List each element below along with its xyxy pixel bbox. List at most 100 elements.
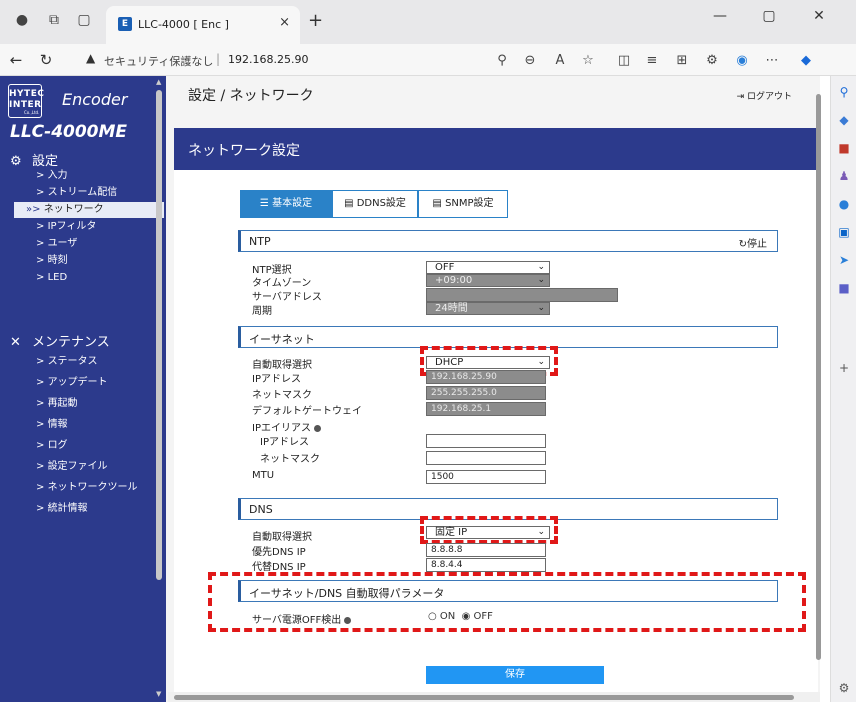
save-button[interactable]: 保存 xyxy=(426,666,604,684)
settings-section[interactable]: ⚙ 設定 xyxy=(10,150,58,169)
dns-section-label: DNS xyxy=(249,503,273,516)
nav-item-status[interactable]: > ステータス xyxy=(36,354,98,370)
shopping-icon[interactable]: ■ xyxy=(836,140,852,156)
product-name: LLC-4000ME xyxy=(10,122,128,142)
teams-icon[interactable]: ■ xyxy=(836,280,852,296)
timezone-select[interactable]: +09:00 ⌄ xyxy=(426,274,550,287)
split-screen-icon[interactable]: ◫ xyxy=(614,54,634,68)
zoom-icon[interactable]: ⊖ xyxy=(520,54,540,68)
ntp-period-select[interactable]: 24時間 ⌄ xyxy=(426,302,550,315)
warning-icon[interactable]: ▲ xyxy=(86,51,95,65)
refresh-icon[interactable]: ↻ xyxy=(36,51,56,69)
copilot-icon[interactable]: ◉ xyxy=(732,54,752,68)
tab-snmp[interactable]: ▤ SNMP設定 xyxy=(418,190,508,218)
nav-item-config-file[interactable]: > 設定ファイル xyxy=(36,459,108,475)
outlook-icon[interactable]: ▣ xyxy=(836,224,852,240)
ip-address-label: IPアドレス xyxy=(252,374,301,385)
ntp-period-label: 周期 xyxy=(252,306,272,317)
main-scrollbar[interactable] xyxy=(816,94,821,660)
maintenance-section[interactable]: ✕ メンテナンス xyxy=(10,331,110,350)
minimize-button[interactable]: — xyxy=(705,8,735,24)
browser-titlebar: ● ⧉ ▢ E LLC-4000 [ Enc ] × + — ▢ ✕ xyxy=(0,0,856,44)
nav-scroll-down-icon[interactable]: ▼ xyxy=(156,690,161,698)
key-icon[interactable]: ⚲ xyxy=(492,54,512,68)
nav-scrollbar[interactable] xyxy=(156,90,162,580)
left-navigation: ▲ HYTEC INTER Co.,Ltd. Encoder LLC-4000ME… xyxy=(0,76,166,702)
add-icon[interactable]: + xyxy=(836,360,852,376)
favorite-star-icon[interactable]: ☆ xyxy=(578,54,598,68)
horizontal-scroll-thumb[interactable] xyxy=(174,695,794,700)
nav-item-input[interactable]: > 入力 xyxy=(36,168,68,184)
security-status[interactable]: セキュリティ保護なし xyxy=(104,53,213,69)
alias-mask-label: ネットマスク xyxy=(260,454,320,465)
collections-icon[interactable]: ⊞ xyxy=(672,54,692,68)
settings-gear-icon[interactable]: ⚙ xyxy=(836,680,852,696)
back-icon[interactable]: ← xyxy=(6,51,26,69)
primary-dns-label: 優先DNS IP xyxy=(252,547,306,558)
browser-tab[interactable]: E LLC-4000 [ Enc ] × xyxy=(106,6,300,44)
ntp-stop-button[interactable]: ↻停止 xyxy=(739,235,767,250)
netmask-field[interactable]: 255.255.255.0 xyxy=(426,386,546,400)
new-tab-button[interactable]: + xyxy=(308,12,323,30)
chevron-down-icon: ⌄ xyxy=(537,262,545,272)
favorites-list-icon[interactable]: ≡ xyxy=(642,54,662,68)
help-icon[interactable] xyxy=(313,424,321,432)
ip-address-field[interactable]: 192.168.25.90 xyxy=(426,370,546,384)
games-icon[interactable]: ● xyxy=(836,196,852,212)
maximize-button[interactable]: ▢ xyxy=(754,8,784,24)
tag-icon[interactable]: ◆ xyxy=(836,112,852,128)
nav-item-ipfilter[interactable]: > IPフィルタ xyxy=(36,219,96,235)
horizontal-scrollbar[interactable] xyxy=(168,692,820,702)
address-bar: ← ↻ ▲ セキュリティ保護なし | 192.168.25.90 ⚲ ⊖ A ☆… xyxy=(0,44,856,76)
send-icon[interactable]: ➤ xyxy=(836,252,852,268)
ntp-server-field[interactable] xyxy=(426,288,618,302)
highlight-dns-auto xyxy=(420,516,558,544)
edge-sidebar: ⚲ ◆ ■ ♟ ● ▣ ➤ ■ + ⚙ xyxy=(830,76,856,702)
tab-close-icon[interactable]: × xyxy=(279,15,290,30)
nav-scroll-up-icon[interactable]: ▲ xyxy=(156,78,161,86)
tab-ddns[interactable]: ▤ DDNS設定 xyxy=(332,190,418,218)
secondary-dns-field[interactable]: 8.8.4.4 xyxy=(426,558,546,572)
extensions-icon[interactable]: ⚙ xyxy=(702,54,722,68)
primary-dns-field[interactable]: 8.8.8.8 xyxy=(426,543,546,557)
nav-item-reboot[interactable]: > 再起動 xyxy=(36,396,78,412)
tab-basic[interactable]: ☰ 基本設定 xyxy=(240,190,332,218)
nav-item-network-tools[interactable]: > ネットワークツール xyxy=(36,480,138,496)
nav-item-user[interactable]: > ユーザ xyxy=(36,236,77,252)
nav-item-time[interactable]: > 時刻 xyxy=(36,253,68,269)
ethernet-section: イーサネット xyxy=(238,326,778,348)
profile-icon[interactable]: ● xyxy=(12,10,32,30)
url-text[interactable]: 192.168.25.90 xyxy=(228,53,308,66)
chevron-down-icon: ⌄ xyxy=(537,275,545,285)
edge-copilot-icon[interactable]: ◆ xyxy=(796,54,816,68)
ntp-select[interactable]: OFF ⌄ xyxy=(426,261,550,274)
page-title: 設定 / ネットワーク xyxy=(188,88,314,104)
gateway-field[interactable]: 192.168.25.1 xyxy=(426,402,546,416)
logout-link[interactable]: ⇥ ログアウト xyxy=(737,89,792,102)
tab-actions-icon[interactable]: ▢ xyxy=(74,10,94,30)
alias-ip-field[interactable] xyxy=(426,434,546,448)
nav-item-network[interactable]: »> ネットワーク xyxy=(14,202,164,218)
gear-icon: ⚙ xyxy=(10,154,22,169)
menu-icon: ☰ xyxy=(259,198,269,209)
site-favicon-icon: E xyxy=(118,17,132,31)
refresh-icon: ↻ xyxy=(738,239,747,250)
read-aloud-icon[interactable]: A xyxy=(550,54,570,68)
chevron-down-icon: ⌄ xyxy=(537,303,545,313)
alias-mask-field[interactable] xyxy=(426,451,546,465)
nav-item-stream[interactable]: > ストリーム配信 xyxy=(36,185,117,201)
people-icon[interactable]: ♟ xyxy=(836,168,852,184)
secondary-dns-label: 代替DNS IP xyxy=(252,562,306,573)
search-icon[interactable]: ⚲ xyxy=(836,84,852,100)
workspaces-icon[interactable]: ⧉ xyxy=(44,10,64,30)
nav-item-info[interactable]: > 情報 xyxy=(36,417,68,433)
close-window-button[interactable]: ✕ xyxy=(804,8,834,24)
nav-item-led[interactable]: > LED xyxy=(36,270,67,286)
nav-item-statistics[interactable]: > 統計情報 xyxy=(36,501,88,517)
nav-item-log[interactable]: > ログ xyxy=(36,438,68,454)
logo-sub: Co.,Ltd. xyxy=(24,110,40,115)
dns-auto-label: 自動取得選択 xyxy=(252,532,312,543)
nav-item-update[interactable]: > アップデート xyxy=(36,375,108,391)
more-options-icon[interactable]: ⋯ xyxy=(762,54,782,68)
mtu-field[interactable]: 1500 xyxy=(426,470,546,484)
